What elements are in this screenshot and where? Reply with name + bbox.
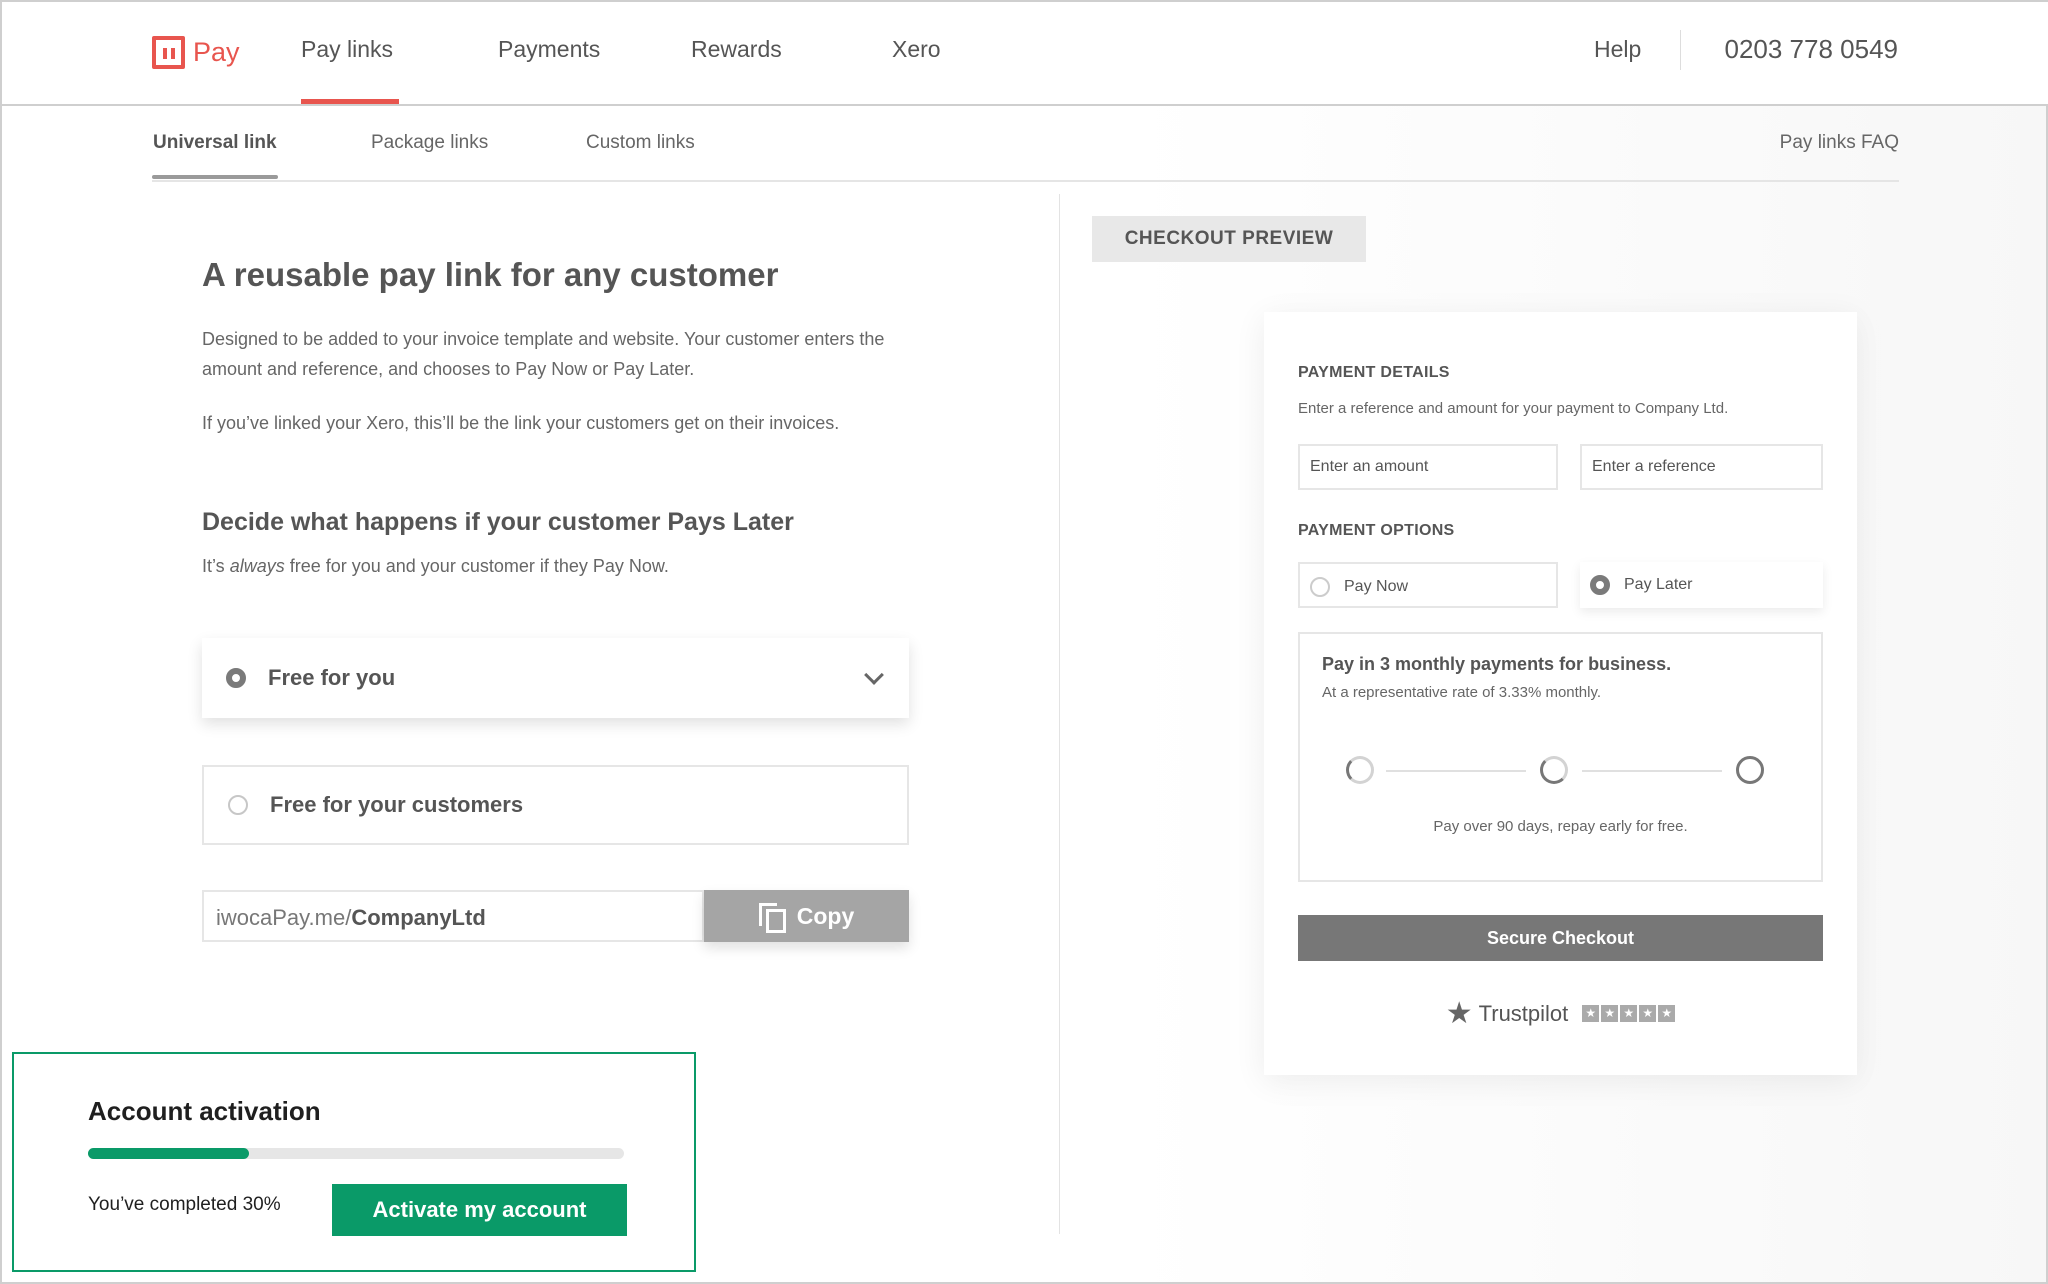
nav-xero[interactable]: Xero [892,36,941,63]
account-activation-panel: Account activation You’ve completed 30% … [12,1052,696,1272]
option-label: Free for you [268,665,396,690]
sub-navigation: Universal link Package links Custom link… [152,106,1899,182]
payment-details-label: PAYMENT DETAILS [1298,364,1450,381]
pay-link-field[interactable]: iwocaPay.me/CompanyLtd [202,890,704,942]
help-link[interactable]: Help [1594,36,1641,63]
payment-details-text: Enter a reference and amount for your pa… [1298,400,1729,417]
plan-title: Pay in 3 monthly payments for business. [1322,654,1672,674]
radio-selected-icon[interactable] [226,668,246,688]
link-slug: CompanyLtd [351,905,486,930]
activation-progress-bar [88,1148,624,1159]
nav-rewards[interactable]: Rewards [691,36,782,63]
payment-plan-box: Pay in 3 monthly payments for business. … [1298,632,1823,882]
trustpilot-rating-icon: ★ ★ ★ ★ ★ [1582,1005,1676,1022]
top-navigation: Pay Pay links Payments Rewards Xero Help… [2,2,2048,106]
phone-number[interactable]: 0203 778 0549 [1724,34,1898,65]
plan-footnote: Pay over 90 days, repay early for free. [1433,818,1688,835]
column-divider [1059,194,1060,1234]
step-1-progress-icon [1346,756,1374,784]
step-connector [1386,770,1526,772]
activation-status: You’ve completed 30% [88,1194,281,1215]
activate-account-button[interactable]: Activate my account [332,1184,627,1236]
section-note: It’s always free for you and your custom… [202,556,669,576]
trustpilot-star-icon: ★ [1445,997,1473,1030]
trustpilot-label: Trustpilot [1478,1000,1569,1026]
nav-payments[interactable]: Payments [498,36,600,63]
checkout-preview-tag: CHECKOUT PREVIEW [1092,216,1366,262]
radio-unselected-icon[interactable] [228,795,248,815]
tab-package-links[interactable]: Package links [371,132,488,154]
step-connector [1582,770,1722,772]
radio-unselected-icon[interactable] [1310,577,1330,597]
logo-icon [152,36,185,69]
nav-active-indicator [301,99,399,104]
copy-button[interactable]: Copy [704,890,909,942]
trustpilot-badge: ★ Trustpilot ★ ★ ★ ★ ★ [1264,996,1857,1031]
copy-label: Copy [796,902,855,929]
activation-progress-fill [88,1148,249,1159]
pay-now-option[interactable]: Pay Now [1298,562,1558,608]
option-free-for-you[interactable]: Free for you [202,638,909,718]
step-2-progress-icon [1540,756,1568,784]
tab-universal-link[interactable]: Universal link [153,132,277,154]
pay-later-option[interactable]: Pay Later [1580,562,1823,608]
payment-options-label: PAYMENT OPTIONS [1298,522,1455,539]
reference-field[interactable]: Enter a reference [1580,444,1823,490]
radio-selected-icon[interactable] [1590,575,1610,595]
brand-logo[interactable]: Pay [152,36,240,69]
secure-checkout-button[interactable]: Secure Checkout [1298,915,1823,961]
checkout-preview-card: PAYMENT DETAILS Enter a reference and am… [1264,312,1857,1075]
pay-later-label: Pay Later [1624,576,1693,593]
nav-pay-links[interactable]: Pay links [301,36,393,63]
nav-divider [1680,30,1681,70]
chevron-down-icon[interactable] [864,665,884,685]
brand-name: Pay [193,37,240,67]
option-label: Free for your customers [270,792,524,817]
plan-subtitle: At a representative rate of 3.33% monthl… [1322,684,1602,701]
tab-custom-links[interactable]: Custom links [586,132,695,154]
link-prefix: iwocaPay.me/ [216,905,352,930]
tab-active-indicator [152,175,278,179]
copy-icon [758,903,786,933]
xero-note: If you’ve linked your Xero, this’ll be t… [202,413,840,433]
activation-title: Account activation [88,1096,321,1126]
pay-now-label: Pay Now [1344,578,1409,595]
section-title: Decide what happens if your customer Pay… [202,508,794,536]
page-description: Designed to be added to your invoice tem… [202,329,885,379]
step-3-progress-icon [1736,756,1764,784]
app-frame: Pay Pay links Payments Rewards Xero Help… [0,0,2048,1284]
option-free-for-customers[interactable]: Free for your customers [202,765,909,845]
pay-links-faq-link[interactable]: Pay links FAQ [1780,132,1899,154]
page-title: A reusable pay link for any customer [202,256,779,293]
amount-field[interactable]: Enter an amount [1298,444,1558,490]
